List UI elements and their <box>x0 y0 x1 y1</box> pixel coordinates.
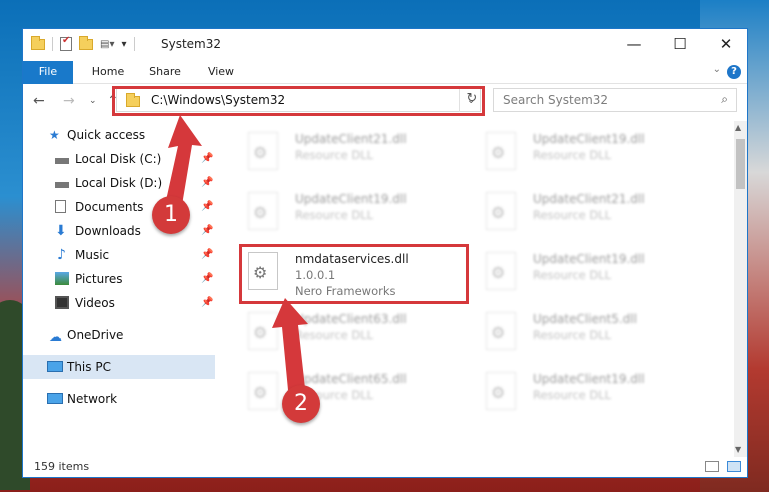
step-1-marker: 1 <box>152 196 190 234</box>
arrow-to-file <box>272 298 308 390</box>
annotation-arrows <box>165 115 308 390</box>
step-2-marker: 2 <box>282 385 320 423</box>
arrow-to-address-bar <box>165 115 202 205</box>
